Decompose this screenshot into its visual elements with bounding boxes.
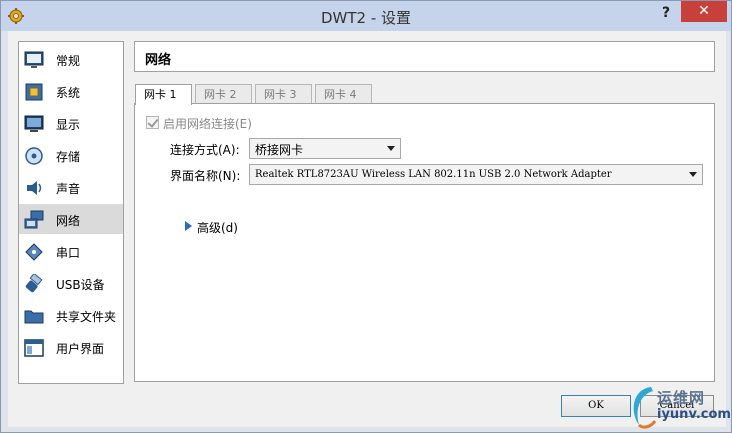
sidebar-item-label: 显示 <box>56 118 81 132</box>
sidebar-item-network[interactable]: 网络 <box>19 204 123 234</box>
page-title: 网络 <box>145 53 172 68</box>
window-icon <box>24 339 44 357</box>
tab-adapter-1[interactable]: 网卡 1 <box>135 84 192 105</box>
interface-name-label: 界面名称(N): <box>170 169 241 183</box>
tab-adapter-3[interactable]: 网卡 3 <box>255 84 312 104</box>
sidebar-item-shared-folders[interactable]: 共享文件夹 <box>19 300 123 330</box>
ok-button[interactable]: OK <box>561 395 631 417</box>
sidebar-item-storage[interactable]: 存储 <box>19 140 123 170</box>
tab-adapter-2[interactable]: 网卡 2 <box>195 84 252 104</box>
usb-icon <box>25 274 43 293</box>
help-button[interactable]: ? <box>653 2 679 24</box>
settings-window: DWT2 - 设置 ? ✕ 常规 系统 显示 存储 声音 网络 串口 USB设备… <box>0 0 732 433</box>
interface-name-select[interactable]: Realtek RTL8723AU Wireless LAN 802.11n U… <box>249 164 703 185</box>
sidebar-item-audio[interactable]: 声音 <box>19 172 123 202</box>
watermark-title: 运维网 <box>657 389 706 407</box>
close-button[interactable]: ✕ <box>681 1 727 22</box>
sidebar-item-label: 存储 <box>56 150 81 164</box>
sidebar-item-serial-ports[interactable]: 串口 <box>19 236 123 266</box>
monitor-icon <box>24 51 44 68</box>
sidebar-item-system[interactable]: 系统 <box>19 76 123 106</box>
dialog-body: 常规 系统 显示 存储 声音 网络 串口 USB设备 共享文件夹 用户界面 网络… <box>8 31 726 427</box>
tab-adapter-4[interactable]: 网卡 4 <box>315 84 372 104</box>
attach-type-select[interactable]: 桥接网卡 <box>249 138 401 159</box>
sidebar-item-label: 共享文件夹 <box>56 310 117 324</box>
adapter-panel: 启用网络连接(E) 连接方式(A): 桥接网卡 界面名称(N): Realtek… <box>134 103 715 382</box>
sidebar-item-label: 网络 <box>56 214 81 228</box>
enable-adapter-label: 启用网络连接(E) <box>163 117 252 131</box>
interface-name-value: Realtek RTL8723AU Wireless LAN 802.11n U… <box>255 169 612 180</box>
chevron-down-icon <box>689 172 697 177</box>
attach-type-value: 桥接网卡 <box>255 143 304 157</box>
settings-sidebar: 常规 系统 显示 存储 声音 网络 串口 USB设备 共享文件夹 用户界面 <box>18 41 124 384</box>
chip-icon <box>25 83 43 101</box>
expand-arrow-icon <box>185 221 192 231</box>
sidebar-item-label: 用户界面 <box>56 342 105 356</box>
sidebar-item-label: 串口 <box>56 246 81 260</box>
watermark-url: iyunv.com <box>657 407 731 422</box>
sidebar-item-label: 常规 <box>56 54 81 68</box>
section-header: 网络 <box>134 41 715 72</box>
sidebar-item-label: 声音 <box>56 182 81 196</box>
watermark-swirl-icon <box>633 387 657 429</box>
enable-adapter-checkbox[interactable] <box>146 116 159 129</box>
sidebar-item-general[interactable]: 常规 <box>19 44 123 74</box>
serial-port-icon <box>25 243 43 261</box>
speaker-icon <box>27 181 42 195</box>
sidebar-item-label: USB设备 <box>56 278 105 292</box>
title-bar[interactable]: DWT2 - 设置 ? ✕ <box>1 1 731 31</box>
display-icon <box>24 115 44 132</box>
sidebar-item-label: 系统 <box>56 86 81 100</box>
advanced-label: 高级(d) <box>197 221 238 235</box>
attach-label: 连接方式(A): <box>170 143 240 157</box>
sidebar-item-usb[interactable]: USB设备 <box>19 268 123 298</box>
network-icon <box>24 210 44 229</box>
window-title: DWT2 - 设置 <box>320 9 412 27</box>
sidebar-item-user-interface[interactable]: 用户界面 <box>19 332 123 362</box>
watermark-logo: 运维网 iyunv.com <box>627 381 731 433</box>
sidebar-item-display[interactable]: 显示 <box>19 108 123 138</box>
chevron-down-icon <box>387 146 395 151</box>
disc-icon <box>25 147 43 165</box>
folder-icon <box>24 310 44 324</box>
